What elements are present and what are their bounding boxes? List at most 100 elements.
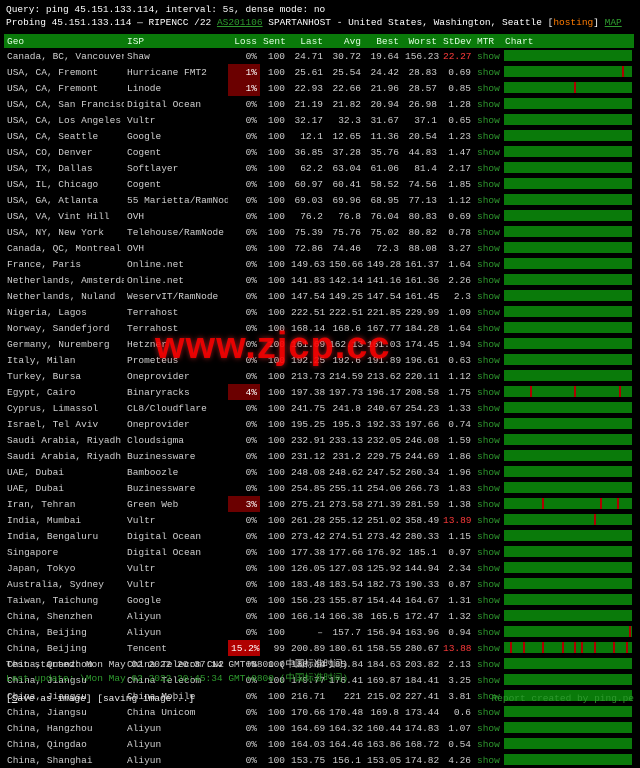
- cell-best: 273.42: [364, 528, 402, 544]
- mtr-show-link[interactable]: show: [474, 736, 502, 752]
- cell-worst: 20.54: [402, 128, 440, 144]
- mtr-show-link[interactable]: show: [474, 752, 502, 768]
- mtr-show-link[interactable]: show: [474, 528, 502, 544]
- cell-geo: Italy, Milan: [4, 352, 124, 368]
- mtr-show-link[interactable]: show: [474, 560, 502, 576]
- mtr-show-link[interactable]: show: [474, 224, 502, 240]
- cell-geo: Cyprus, Limassol: [4, 400, 124, 416]
- cell-sent: 100: [260, 112, 288, 128]
- cell-chart: [502, 416, 634, 432]
- cell-loss: 0%: [228, 480, 260, 496]
- col-loss[interactable]: Loss: [228, 34, 260, 48]
- cell-last: 232.91: [288, 432, 326, 448]
- col-best[interactable]: Best: [364, 34, 402, 48]
- col-isp[interactable]: ISP: [124, 34, 228, 48]
- mtr-show-link[interactable]: show: [474, 720, 502, 736]
- cell-sent: 100: [260, 272, 288, 288]
- table-row: USA, NY, New YorkTelehouse/RamNode0%1007…: [4, 224, 634, 240]
- cell-last: 69.03: [288, 192, 326, 208]
- cell-loss: 0%: [228, 320, 260, 336]
- mtr-show-link[interactable]: show: [474, 160, 502, 176]
- cell-last: 36.85: [288, 144, 326, 160]
- col-sent[interactable]: Sent: [260, 34, 288, 48]
- cell-last: 222.51: [288, 304, 326, 320]
- mtr-show-link[interactable]: show: [474, 608, 502, 624]
- cell-chart: [502, 752, 634, 768]
- cell-stdev: 0.94: [440, 624, 474, 640]
- mtr-show-link[interactable]: show: [474, 240, 502, 256]
- probe-asn-link[interactable]: AS201106: [217, 17, 263, 28]
- cell-worst: 197.66: [402, 416, 440, 432]
- mtr-show-link[interactable]: show: [474, 704, 502, 720]
- cell-best: 191.89: [364, 352, 402, 368]
- mtr-show-link[interactable]: show: [474, 48, 502, 64]
- mtr-show-link[interactable]: show: [474, 464, 502, 480]
- col-last[interactable]: Last: [288, 34, 326, 48]
- map-link[interactable]: MAP: [605, 17, 622, 28]
- mtr-show-link[interactable]: show: [474, 336, 502, 352]
- mtr-show-link[interactable]: show: [474, 624, 502, 640]
- mtr-show-link[interactable]: show: [474, 480, 502, 496]
- mtr-show-link[interactable]: show: [474, 128, 502, 144]
- cell-loss: 0%: [228, 288, 260, 304]
- mtr-show-link[interactable]: show: [474, 544, 502, 560]
- cell-isp: OVH: [124, 208, 228, 224]
- col-stdev[interactable]: StDev: [440, 34, 474, 48]
- report-credit[interactable]: Report created by ping.pe: [491, 693, 634, 704]
- mtr-show-link[interactable]: show: [474, 640, 502, 656]
- cell-geo: Turkey, Bursa: [4, 368, 124, 384]
- cell-stdev: 1.38: [440, 496, 474, 512]
- mtr-show-link[interactable]: show: [474, 496, 502, 512]
- mtr-show-link[interactable]: show: [474, 272, 502, 288]
- mtr-show-link[interactable]: show: [474, 112, 502, 128]
- cell-sent: 100: [260, 336, 288, 352]
- cell-avg: 156.1: [326, 752, 364, 768]
- cell-worst: 173.44: [402, 704, 440, 720]
- mtr-show-link[interactable]: show: [474, 368, 502, 384]
- mtr-show-link[interactable]: show: [474, 208, 502, 224]
- mtr-show-link[interactable]: show: [474, 64, 502, 80]
- mtr-show-link[interactable]: show: [474, 80, 502, 96]
- cell-sent: 100: [260, 176, 288, 192]
- save-as-image-link[interactable]: [Save as image] [saving image...]: [6, 693, 194, 704]
- cell-avg: 25.54: [326, 64, 364, 80]
- cell-last: 200.89: [288, 640, 326, 656]
- cell-geo: Canada, BC, Vancouver: [4, 48, 124, 64]
- cell-last: 197.38: [288, 384, 326, 400]
- cell-avg: 127.03: [326, 560, 364, 576]
- mtr-show-link[interactable]: show: [474, 176, 502, 192]
- mtr-show-link[interactable]: show: [474, 144, 502, 160]
- mtr-show-link[interactable]: show: [474, 448, 502, 464]
- mtr-show-link[interactable]: show: [474, 672, 502, 688]
- mtr-show-link[interactable]: show: [474, 304, 502, 320]
- cell-chart: [502, 464, 634, 480]
- mtr-show-link[interactable]: show: [474, 256, 502, 272]
- mtr-show-link[interactable]: show: [474, 592, 502, 608]
- cell-last: 254.85: [288, 480, 326, 496]
- mtr-show-link[interactable]: show: [474, 320, 502, 336]
- mtr-show-link[interactable]: show: [474, 400, 502, 416]
- mtr-show-link[interactable]: show: [474, 352, 502, 368]
- cell-stdev: 0.74: [440, 416, 474, 432]
- col-avg[interactable]: Avg: [326, 34, 364, 48]
- cell-last: 25.61: [288, 64, 326, 80]
- mtr-show-link[interactable]: show: [474, 192, 502, 208]
- col-geo[interactable]: Geo: [4, 34, 124, 48]
- cell-loss: 0%: [228, 752, 260, 768]
- mtr-show-link[interactable]: show: [474, 576, 502, 592]
- mtr-show-link[interactable]: show: [474, 96, 502, 112]
- mtr-show-link[interactable]: show: [474, 432, 502, 448]
- mtr-show-link[interactable]: show: [474, 512, 502, 528]
- cell-stdev: 0.87: [440, 576, 474, 592]
- mtr-show-link[interactable]: show: [474, 416, 502, 432]
- mtr-show-link[interactable]: show: [474, 288, 502, 304]
- cell-isp: Bamboozle: [124, 464, 228, 480]
- mtr-show-link[interactable]: show: [474, 656, 502, 672]
- col-mtr[interactable]: MTR: [474, 34, 502, 48]
- cell-chart: [502, 480, 634, 496]
- mtr-show-link[interactable]: show: [474, 384, 502, 400]
- col-worst[interactable]: Worst: [402, 34, 440, 48]
- cell-avg: 273.58: [326, 496, 364, 512]
- cell-geo: Norway, Sandefjord: [4, 320, 124, 336]
- cell-chart: [502, 448, 634, 464]
